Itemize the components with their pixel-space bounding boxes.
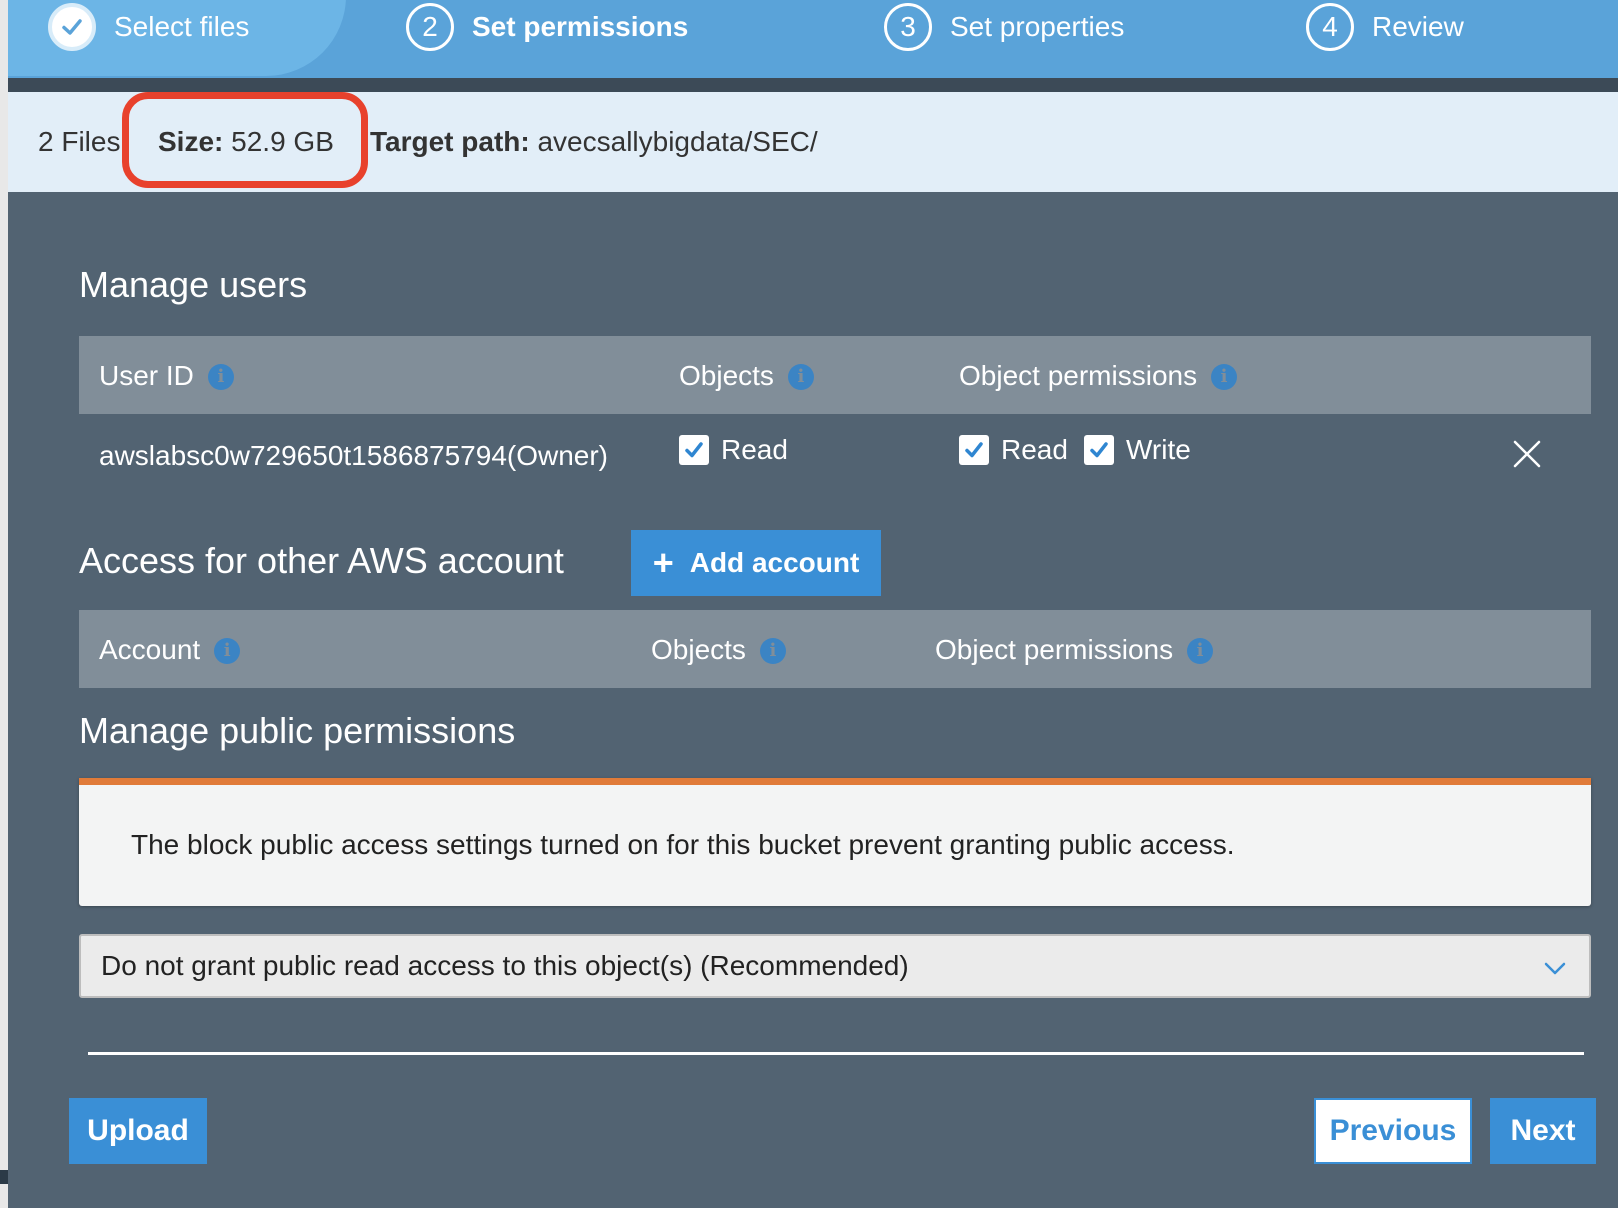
public-permissions-title: Manage public permissions: [79, 710, 516, 751]
header-label: Object permissions: [935, 634, 1174, 665]
step-label: Set permissions: [472, 11, 689, 42]
alert-message: The block public access settings turned …: [131, 829, 1235, 860]
chevron-down-icon: [1544, 962, 1566, 975]
step-select-files[interactable]: Select files: [48, 0, 249, 54]
header-account: Account i: [99, 634, 241, 666]
accounts-table-header: Account i Objects i Object permissions i: [79, 610, 1591, 688]
next-button[interactable]: Next: [1490, 1098, 1596, 1164]
users-table-header: User ID i Objects i Object permissions i: [79, 336, 1591, 414]
step-set-permissions[interactable]: 2 Set permissions: [406, 0, 688, 54]
header-object-permissions: Object permissions i: [959, 360, 1238, 392]
permissions-read-checkbox[interactable]: Read: [959, 434, 1068, 466]
step-number: 2: [406, 3, 454, 51]
objects-read-checkbox[interactable]: Read: [679, 434, 788, 466]
size-highlight-annotation: [122, 92, 368, 188]
previous-button[interactable]: Previous: [1314, 1098, 1472, 1164]
header-label: Account: [99, 634, 201, 665]
select-value: Do not grant public read access to this …: [101, 950, 909, 981]
step-review[interactable]: 4 Review: [1306, 0, 1464, 54]
header-objects: Objects i: [651, 634, 786, 666]
info-icon[interactable]: i: [1211, 364, 1238, 390]
checkbox-label: Write: [1126, 434, 1191, 465]
header-label: Object permissions: [959, 360, 1198, 391]
table-row: awslabsc0w729650t1586875794(Owner) Read …: [79, 414, 1591, 494]
header-divider: [8, 78, 1618, 92]
upload-dialog: Select files 2 Set permissions 3 Set pro…: [8, 0, 1618, 1208]
background-page-edge: [0, 0, 8, 1208]
path-label: Target path:: [370, 126, 530, 157]
path-value: avecsallybigdata/SEC/: [537, 126, 818, 157]
header-object-permissions: Object permissions i: [935, 634, 1214, 666]
checkbox-checked-icon[interactable]: [1084, 435, 1114, 465]
public-access-select[interactable]: Do not grant public read access to this …: [79, 934, 1591, 998]
file-count: 2 Files: [38, 126, 121, 157]
block-public-access-alert: The block public access settings turned …: [79, 778, 1591, 906]
add-account-label: Add account: [689, 547, 860, 578]
checkbox-checked-icon[interactable]: [679, 435, 709, 465]
checkbox-label: Read: [721, 434, 788, 465]
user-id: awslabsc0w729650t1586875794(Owner): [99, 440, 609, 471]
info-icon[interactable]: i: [214, 638, 241, 664]
step-number: 3: [884, 3, 932, 51]
checkbox-checked-icon[interactable]: [959, 435, 989, 465]
background-page-fragment: [0, 1170, 8, 1184]
info-icon[interactable]: i: [1187, 638, 1214, 664]
header-label: User ID: [99, 360, 194, 391]
target-path: Target path: avecsallybigdata/SEC/: [370, 126, 818, 158]
step-label: Select files: [114, 11, 250, 42]
wizard-steps: Select files 2 Set permissions 3 Set pro…: [8, 0, 1618, 78]
manage-users-title: Manage users: [79, 264, 308, 305]
upload-button[interactable]: Upload: [69, 1098, 207, 1164]
plus-icon: +: [652, 542, 674, 583]
close-icon[interactable]: [1511, 438, 1543, 470]
step-set-properties[interactable]: 3 Set properties: [884, 0, 1124, 54]
add-account-button[interactable]: + Add account: [631, 530, 881, 596]
header-label: Objects: [651, 634, 746, 665]
info-icon[interactable]: i: [787, 364, 814, 390]
step-number: 4: [1306, 3, 1354, 51]
check-circle-icon: [48, 3, 96, 51]
step-label: Review: [1372, 11, 1464, 42]
permissions-write-checkbox[interactable]: Write: [1084, 434, 1191, 466]
checkbox-label: Read: [1001, 434, 1068, 465]
header-objects: Objects i: [679, 360, 814, 392]
info-icon[interactable]: i: [759, 638, 786, 664]
step-label: Set properties: [950, 11, 1125, 42]
header-user-id: User ID i: [99, 360, 234, 392]
other-accounts-title: Access for other AWS account: [79, 540, 564, 581]
header-label: Objects: [679, 360, 774, 391]
info-icon[interactable]: i: [207, 364, 234, 390]
footer-divider: [88, 1052, 1584, 1055]
